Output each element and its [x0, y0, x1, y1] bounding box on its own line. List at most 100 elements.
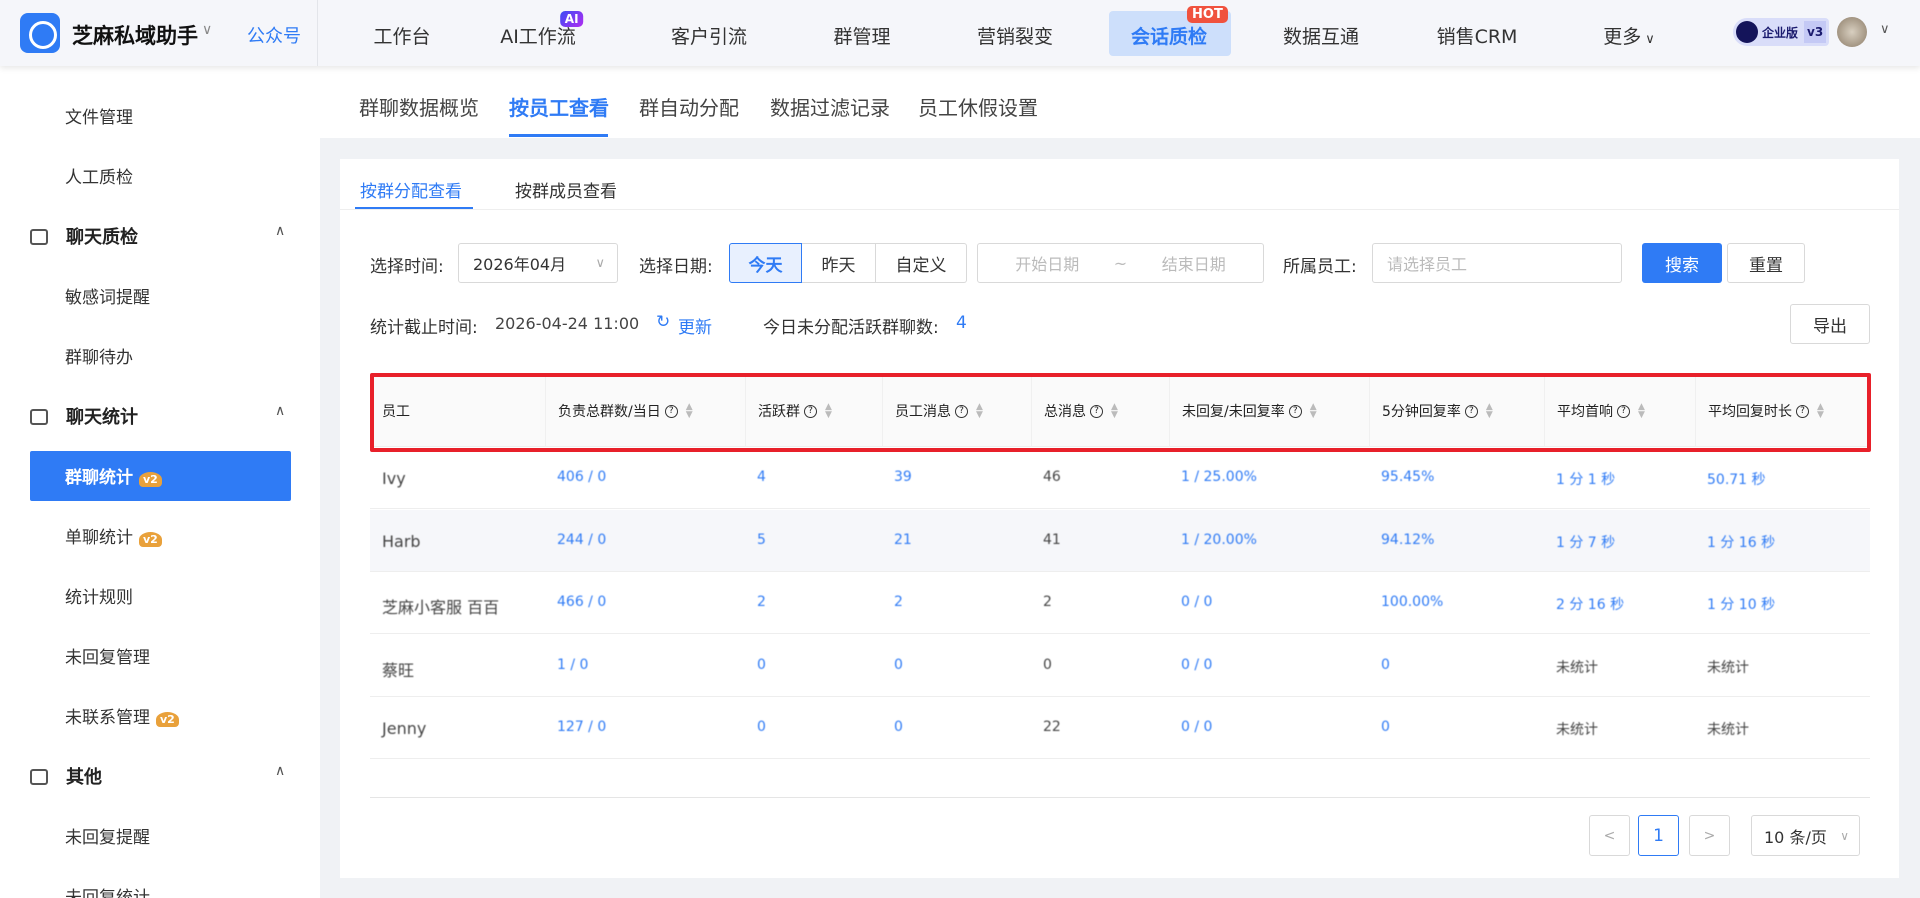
page-tab[interactable]: 员工休假设置: [918, 92, 1038, 121]
export-button[interactable]: 导出: [1790, 304, 1870, 344]
column-header[interactable]: 活跃群? ▲ ▼: [745, 376, 882, 447]
refresh-icon[interactable]: ↻: [656, 312, 670, 332]
sub-tab[interactable]: 按群分配查看: [360, 177, 462, 202]
table-cell[interactable]: 0 / 0: [1181, 657, 1212, 673]
table-cell[interactable]: 1 分 16 秒: [1707, 532, 1775, 552]
table-cell[interactable]: 244 / 0: [557, 532, 606, 548]
column-header[interactable]: 平均首响? ▲ ▼: [1544, 376, 1695, 447]
date-today-button[interactable]: 今天: [729, 243, 802, 283]
nav-item[interactable]: 销售CRM: [1437, 22, 1518, 49]
edition-badge[interactable]: 企业版 v3: [1733, 18, 1829, 46]
prev-page-button[interactable]: <: [1589, 815, 1630, 856]
table-cell[interactable]: 0: [894, 719, 903, 735]
nav-item[interactable]: 数据互通: [1283, 22, 1359, 49]
table-cell[interactable]: 21: [894, 532, 912, 548]
table-cell[interactable]: 406 / 0: [557, 469, 606, 485]
column-header[interactable]: 总消息? ▲ ▼: [1031, 376, 1169, 447]
help-icon[interactable]: ?: [664, 404, 678, 418]
sort-icon[interactable]: ▲ ▼: [1817, 403, 1824, 420]
sidebar-item[interactable]: 单聊统计 v2: [65, 523, 162, 548]
sidebar-section[interactable]: 聊天质检 ∧: [30, 223, 290, 249]
table-cell[interactable]: 0: [1381, 719, 1390, 735]
sort-icon[interactable]: ▲ ▼: [825, 403, 832, 420]
help-icon[interactable]: ?: [1090, 404, 1103, 418]
table-cell[interactable]: 2: [1043, 594, 1052, 610]
column-header[interactable]: 负责总群数/当日? ▲ ▼: [545, 376, 745, 447]
help-icon[interactable]: ?: [804, 404, 817, 418]
sidebar-section[interactable]: 聊天统计 ∧: [30, 403, 290, 429]
nav-item[interactable]: 工作台: [373, 22, 430, 49]
table-row[interactable]: 蔡旺 1 / 0 0 0 0 0 / 0 0 未统计 未统计: [370, 635, 1870, 697]
sort-icon[interactable]: ▲ ▼: [686, 403, 693, 420]
nav-item[interactable]: 群管理: [833, 22, 890, 49]
table-cell[interactable]: 1 / 25.00%: [1181, 469, 1257, 485]
table-cell[interactable]: 2: [894, 594, 903, 610]
date-range-picker[interactable]: 开始日期 ~ 结束日期: [977, 243, 1264, 283]
table-cell[interactable]: 50.71 秒: [1707, 469, 1766, 489]
table-cell[interactable]: 100.00%: [1381, 594, 1443, 610]
table-cell[interactable]: 1 分 7 秒: [1556, 532, 1615, 552]
sort-icon[interactable]: ▲ ▼: [1486, 403, 1493, 420]
user-avatar[interactable]: [1837, 17, 1867, 47]
nav-item[interactable]: 更多 ∨: [1603, 22, 1655, 49]
table-cell[interactable]: 未统计: [1556, 657, 1598, 677]
sub-tab[interactable]: 按群成员查看: [515, 177, 617, 202]
page-tab[interactable]: 按员工查看: [509, 92, 609, 121]
table-cell[interactable]: 0: [757, 657, 766, 673]
sidebar-item[interactable]: 未回复统计: [65, 883, 150, 898]
page-tab[interactable]: 群自动分配: [639, 92, 739, 121]
table-cell[interactable]: 1 分 10 秒: [1707, 594, 1775, 614]
reset-button[interactable]: 重置: [1727, 243, 1805, 283]
column-header[interactable]: 5分钟回复率? ▲ ▼: [1369, 376, 1544, 447]
help-icon[interactable]: ?: [1796, 404, 1809, 418]
page-tab[interactable]: 群聊数据概览: [359, 92, 479, 121]
table-cell[interactable]: 0 / 0: [1181, 719, 1212, 735]
search-button[interactable]: 搜索: [1642, 243, 1722, 283]
sidebar-item[interactable]: 敏感词提醒: [65, 283, 150, 308]
table-cell[interactable]: 4: [757, 469, 766, 485]
sidebar-item[interactable]: 未回复管理: [65, 643, 150, 668]
date-yesterday-button[interactable]: 昨天: [802, 243, 876, 283]
start-date-input[interactable]: 开始日期: [1015, 251, 1079, 275]
table-cell[interactable]: 1 / 0: [557, 657, 588, 673]
table-cell[interactable]: 0: [757, 719, 766, 735]
table-cell[interactable]: 466 / 0: [557, 594, 606, 610]
table-cell[interactable]: 未统计: [1556, 719, 1598, 739]
sidebar-section[interactable]: 其他 ∧: [30, 763, 290, 789]
sidebar-item[interactable]: 未回复提醒: [65, 823, 150, 848]
date-custom-button[interactable]: 自定义: [876, 243, 967, 283]
app-name[interactable]: 芝麻私域助手: [72, 20, 198, 50]
help-icon[interactable]: ?: [1617, 404, 1630, 418]
help-icon[interactable]: ?: [955, 404, 968, 418]
table-cell[interactable]: 39: [894, 469, 912, 485]
end-date-input[interactable]: 结束日期: [1162, 251, 1226, 275]
page-1-button[interactable]: 1: [1638, 815, 1679, 856]
page-tab[interactable]: 数据过滤记录: [770, 92, 890, 121]
table-row[interactable]: Harb 244 / 0 5 21 41 1 / 20.00% 94.12% 1 分 7 秒 1…: [370, 509, 1870, 572]
table-cell[interactable]: 1 / 20.00%: [1181, 532, 1257, 548]
chevron-down-icon[interactable]: ∨: [202, 22, 212, 38]
help-icon[interactable]: ?: [1464, 404, 1478, 418]
table-cell[interactable]: 0: [1043, 657, 1052, 673]
column-header[interactable]: 未回复/未回复率? ▲ ▼: [1169, 376, 1369, 447]
table-cell[interactable]: 0: [1381, 657, 1390, 673]
table-cell[interactable]: 未统计: [1707, 719, 1749, 739]
month-select[interactable]: 2026年04月 ∨: [458, 243, 618, 283]
table-cell[interactable]: 41: [1043, 532, 1061, 548]
table-cell[interactable]: 0 / 0: [1181, 594, 1212, 610]
table-cell[interactable]: 2 分 16 秒: [1556, 594, 1624, 614]
table-row[interactable]: 芝麻小客服 百百 466 / 0 2 2 2 0 / 0 100.00% 2 分 16 秒 1 …: [370, 572, 1870, 634]
nav-item[interactable]: AI工作流 AI: [500, 11, 584, 49]
nav-item[interactable]: 营销裂变: [977, 22, 1053, 49]
sidebar-item[interactable]: 群聊统计 v2: [65, 463, 162, 488]
sort-icon[interactable]: ▲ ▼: [1310, 403, 1317, 420]
table-cell[interactable]: 127 / 0: [557, 719, 606, 735]
chevron-down-icon[interactable]: ∨: [1880, 22, 1890, 37]
sidebar-item[interactable]: 群聊待办: [65, 343, 133, 368]
page-size-select[interactable]: 10 条/页 ∨: [1751, 815, 1860, 856]
account-type-link[interactable]: 公众号: [247, 22, 301, 48]
table-cell[interactable]: 22: [1043, 719, 1061, 735]
unassigned-count[interactable]: 4: [956, 313, 967, 333]
table-cell[interactable]: 2: [757, 594, 766, 610]
table-row[interactable]: Ivy 406 / 0 4 39 46 1 / 25.00% 95.45% 1 分 1 秒 50…: [370, 447, 1870, 509]
